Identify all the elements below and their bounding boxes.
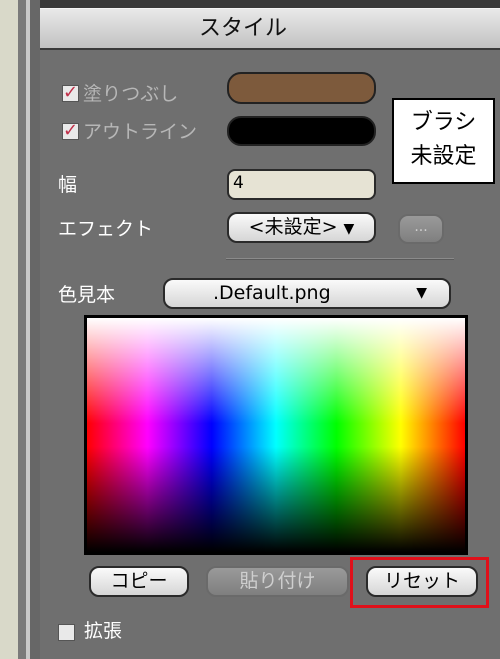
fill-checkbox[interactable]: ✓: [62, 82, 79, 103]
brush-preview[interactable]: ブラシ 未設定: [392, 98, 495, 184]
paste-button[interactable]: 貼り付け: [206, 566, 349, 597]
check-mark-icon: ✓: [63, 82, 79, 103]
effect-dropdown-value: <未設定>: [248, 216, 338, 238]
top-toolbar-strip: [40, 0, 500, 8]
color-picker-gradient[interactable]: [84, 315, 468, 555]
section-divider-shadow: [226, 259, 454, 260]
dropdown-arrow-icon: ▼: [416, 285, 427, 301]
swatch-file-value: .Default.png: [213, 282, 331, 304]
brush-label-line2: 未設定: [410, 144, 477, 169]
effect-dropdown[interactable]: <未設定> ▼: [227, 212, 376, 243]
effect-options-button[interactable]: ...: [398, 214, 444, 244]
expand-checkbox[interactable]: [58, 624, 75, 641]
outline-checkbox[interactable]: ✓: [62, 120, 79, 141]
panel-left-rail-dark: [30, 0, 40, 659]
brush-label-line1: ブラシ: [410, 110, 477, 135]
expand-label: 拡張: [84, 620, 123, 642]
check-mark-icon: ✓: [63, 120, 79, 141]
fill-label: 塗りつぶし: [83, 83, 179, 105]
fill-color-swatch[interactable]: [227, 72, 376, 104]
desktop-left-strip: [0, 0, 18, 659]
width-label: 幅: [58, 174, 78, 196]
panel-title: スタイル: [198, 16, 287, 41]
swatch-file-dropdown[interactable]: .Default.png ▼: [163, 278, 451, 309]
dropdown-arrow-icon: ▼: [343, 221, 355, 237]
panel-left-rail: [18, 0, 26, 659]
swatches-label: 色見本: [58, 284, 116, 306]
reset-highlight-box: [350, 557, 489, 608]
outline-color-swatch[interactable]: [227, 116, 376, 146]
outline-label: アウトライン: [83, 121, 198, 143]
copy-button[interactable]: コピー: [89, 566, 189, 597]
effect-label: エフェクト: [58, 218, 154, 240]
width-input[interactable]: 4: [227, 169, 376, 200]
